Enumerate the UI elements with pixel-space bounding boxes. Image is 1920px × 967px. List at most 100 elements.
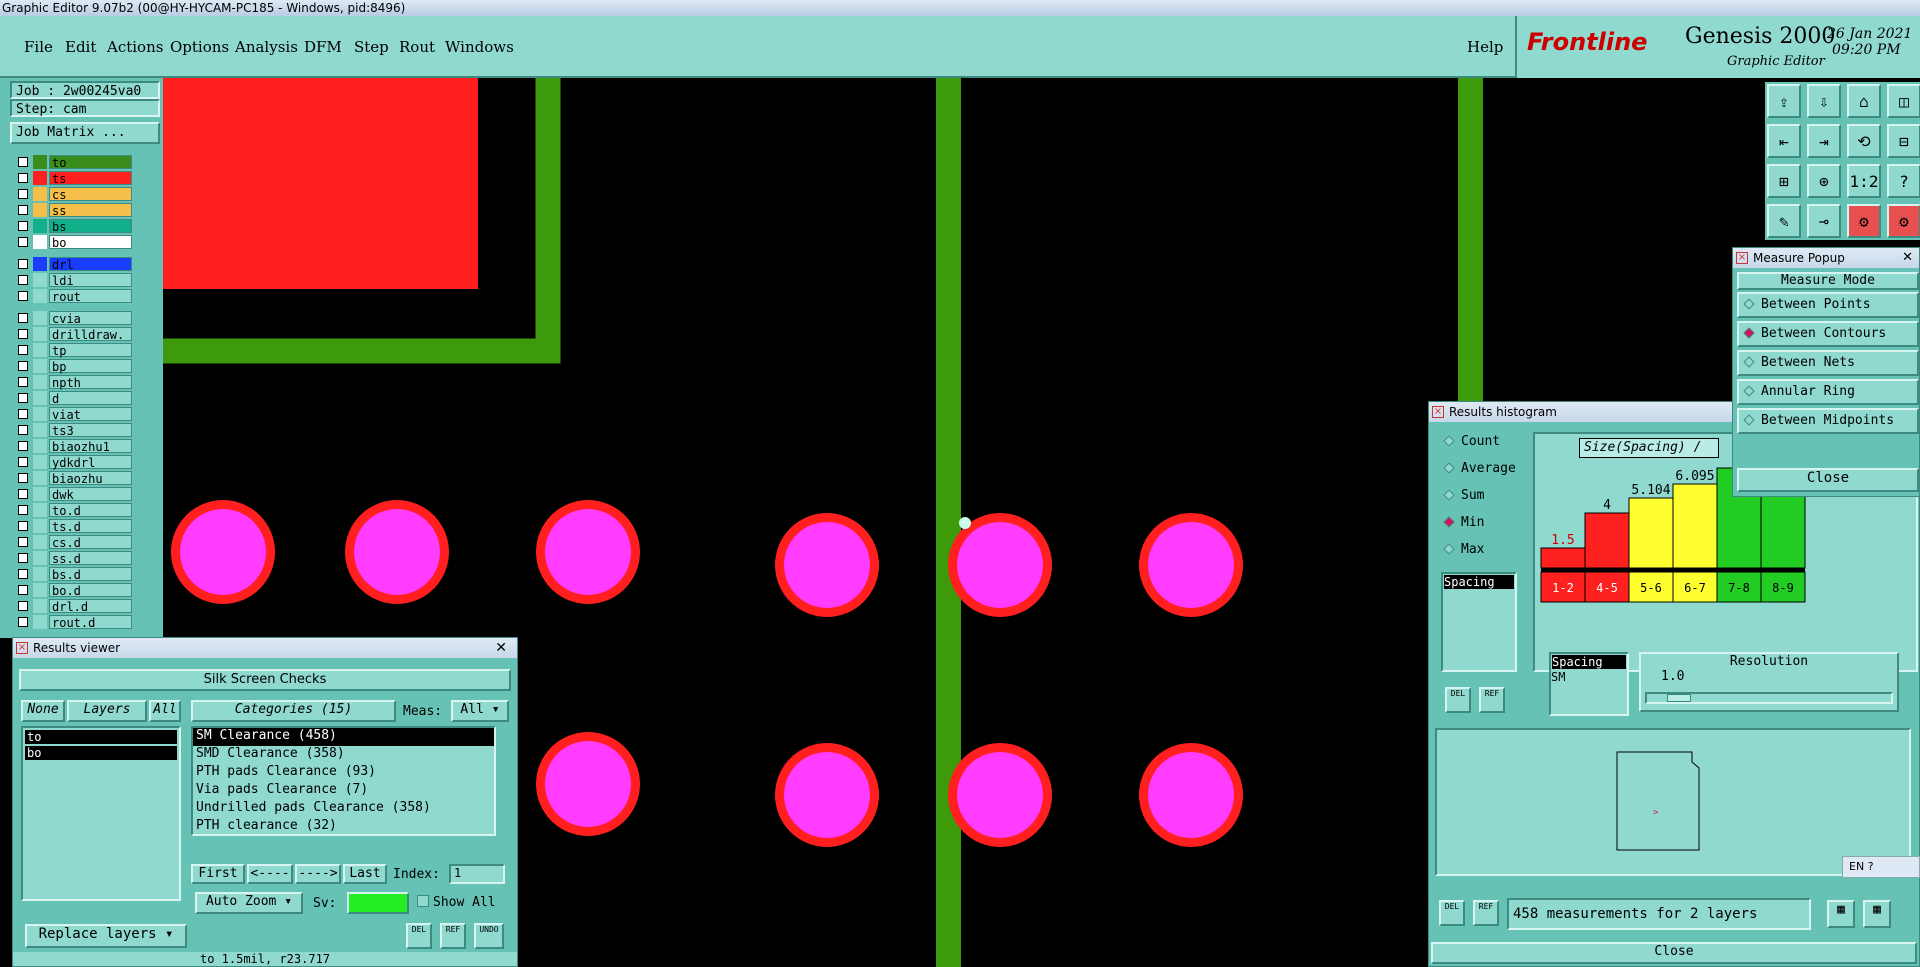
close-icon[interactable]: ✕	[1902, 248, 1913, 268]
layer-checkbox[interactable]	[18, 275, 28, 285]
layer-name[interactable]: d	[49, 391, 132, 406]
layer-checkbox[interactable]	[18, 505, 28, 515]
auto-zoom-select[interactable]: Auto Zoom ▾	[195, 892, 303, 914]
layer-item[interactable]: viat	[15, 407, 132, 422]
category-item[interactable]: Via pads Clearance (7)	[193, 782, 494, 800]
list-item[interactable]: bo	[25, 746, 177, 760]
measure-mode-option[interactable]: Between Nets	[1737, 350, 1919, 376]
layer-name[interactable]: ss	[49, 203, 132, 218]
layer-checkbox[interactable]	[18, 441, 28, 451]
layer-name[interactable]: ldi	[49, 273, 132, 288]
layer-name[interactable]: tp	[49, 343, 132, 358]
settings-icon[interactable]: ⚙	[1847, 204, 1881, 238]
category-item[interactable]: PTH clearance (32)	[193, 818, 494, 836]
fit-icon[interactable]: ⊞	[1767, 164, 1801, 198]
all-button[interactable]: All	[149, 700, 181, 722]
download-icon[interactable]: ⇩	[1807, 84, 1841, 118]
layer-checkbox[interactable]	[18, 409, 28, 419]
layer-item[interactable]: tp	[15, 343, 132, 358]
layer-checkbox[interactable]	[18, 569, 28, 579]
menu-step[interactable]: Step	[354, 38, 389, 56]
layer-item[interactable]: cs.d	[15, 535, 132, 550]
help-icon[interactable]: ?	[1887, 164, 1920, 198]
layer-checkbox[interactable]	[18, 345, 28, 355]
histogram-tool-2-icon[interactable]: ▦	[1863, 900, 1891, 928]
layer-checkbox[interactable]	[18, 393, 28, 403]
layer-item[interactable]: rout	[15, 289, 132, 304]
layer-checkbox[interactable]	[18, 221, 28, 231]
category-list[interactable]: SM Clearance (458) SMD Clearance (358) PTH…	[191, 726, 496, 836]
layer-item[interactable]: bo.d	[15, 583, 132, 598]
category-item[interactable]: PTH pads Clearance (93)	[193, 764, 494, 782]
layer-name[interactable]: dwk	[49, 487, 132, 502]
settings-icon[interactable]: ⚙	[1887, 204, 1920, 238]
layer-item[interactable]: bp	[15, 359, 132, 374]
split-icon[interactable]: ⊟	[1887, 124, 1920, 158]
layer-item[interactable]: ydkdrl	[15, 455, 132, 470]
layer-item[interactable]: ts	[15, 171, 132, 186]
index-input[interactable]: 1	[449, 864, 505, 884]
last-button[interactable]: Last	[343, 864, 387, 884]
layer-item[interactable]: cvia	[15, 311, 132, 326]
left-icon[interactable]: ⇤	[1767, 124, 1801, 158]
layer-item[interactable]: drilldraw.	[15, 327, 132, 342]
layer-name[interactable]: to	[49, 155, 132, 170]
layer-name[interactable]: rout.d	[49, 615, 132, 630]
mode-radio[interactable]: Min	[1443, 515, 1484, 530]
replace-layers-select[interactable]: Replace layers ▾	[25, 924, 187, 948]
home-icon[interactable]: ⌂	[1847, 84, 1881, 118]
measure-mode-option[interactable]: Between Midpoints	[1737, 408, 1919, 434]
mode-radio[interactable]: Average	[1443, 461, 1516, 476]
layer-checkbox[interactable]	[18, 205, 28, 215]
mode-radio[interactable]: Count	[1443, 434, 1500, 449]
list-item[interactable]: Spacing	[1444, 575, 1514, 589]
layer-checkbox[interactable]	[18, 259, 28, 269]
menu-dfm[interactable]: DFM	[304, 38, 342, 56]
layer-checkbox[interactable]	[18, 313, 28, 323]
layer-checkbox[interactable]	[18, 157, 28, 167]
layer-name[interactable]: to.d	[49, 503, 132, 518]
layer-item[interactable]: ts.d	[15, 519, 132, 534]
rotate-icon[interactable]: ⟲	[1847, 124, 1881, 158]
prev-button[interactable]: <----	[247, 864, 293, 884]
hist-del-button-2[interactable]: DEL	[1439, 900, 1465, 926]
measure-mode-option[interactable]: Between Contours	[1737, 321, 1919, 347]
layer-checkbox[interactable]	[18, 489, 28, 499]
layer-name[interactable]: drilldraw.	[49, 327, 132, 342]
layer-checkbox[interactable]	[18, 291, 28, 301]
layer-checkbox[interactable]	[18, 189, 28, 199]
layer-name[interactable]: rout	[49, 289, 132, 304]
layer-name[interactable]: bo	[49, 235, 132, 250]
layer-checkbox[interactable]	[18, 425, 28, 435]
layer-checkbox[interactable]	[18, 173, 28, 183]
close-icon[interactable]: ✕	[495, 638, 507, 658]
layer-name[interactable]: drl.d	[49, 599, 132, 614]
layer-item[interactable]: d	[15, 391, 132, 406]
layer-name[interactable]: cs	[49, 187, 132, 202]
layer-checkbox[interactable]	[18, 537, 28, 547]
layer-checkbox[interactable]	[18, 457, 28, 467]
layer-item[interactable]: to.d	[15, 503, 132, 518]
list-item[interactable]: to	[25, 730, 177, 744]
layer-item[interactable]: drl.d	[15, 599, 132, 614]
list-item[interactable]: Spacing	[1552, 655, 1626, 669]
layer-name[interactable]: bp	[49, 359, 132, 374]
layer-item[interactable]: biaozhu	[15, 471, 132, 486]
layer-checkbox[interactable]	[18, 329, 28, 339]
menu-file[interactable]: File	[24, 38, 53, 56]
layer-name[interactable]: bs.d	[49, 567, 132, 582]
layer-checkbox[interactable]	[18, 521, 28, 531]
layer-item[interactable]: to	[15, 155, 132, 170]
category-item[interactable]: SMD Clearance (358)	[193, 746, 494, 764]
list-item[interactable]: SM	[1551, 670, 1627, 684]
menu-edit[interactable]: Edit	[65, 38, 96, 56]
resolution-slider[interactable]	[1645, 692, 1893, 704]
draw-icon[interactable]: ✎	[1767, 204, 1801, 238]
menu-actions[interactable]: Actions	[107, 38, 163, 56]
layer-checkbox[interactable]	[18, 361, 28, 371]
next-button[interactable]: ---->	[295, 864, 341, 884]
layer-name[interactable]: bs	[49, 219, 132, 234]
layer-item[interactable]: ts3	[15, 423, 132, 438]
meas-select[interactable]: All ▾	[451, 700, 509, 722]
spacing-list[interactable]: Spacing	[1441, 572, 1517, 672]
